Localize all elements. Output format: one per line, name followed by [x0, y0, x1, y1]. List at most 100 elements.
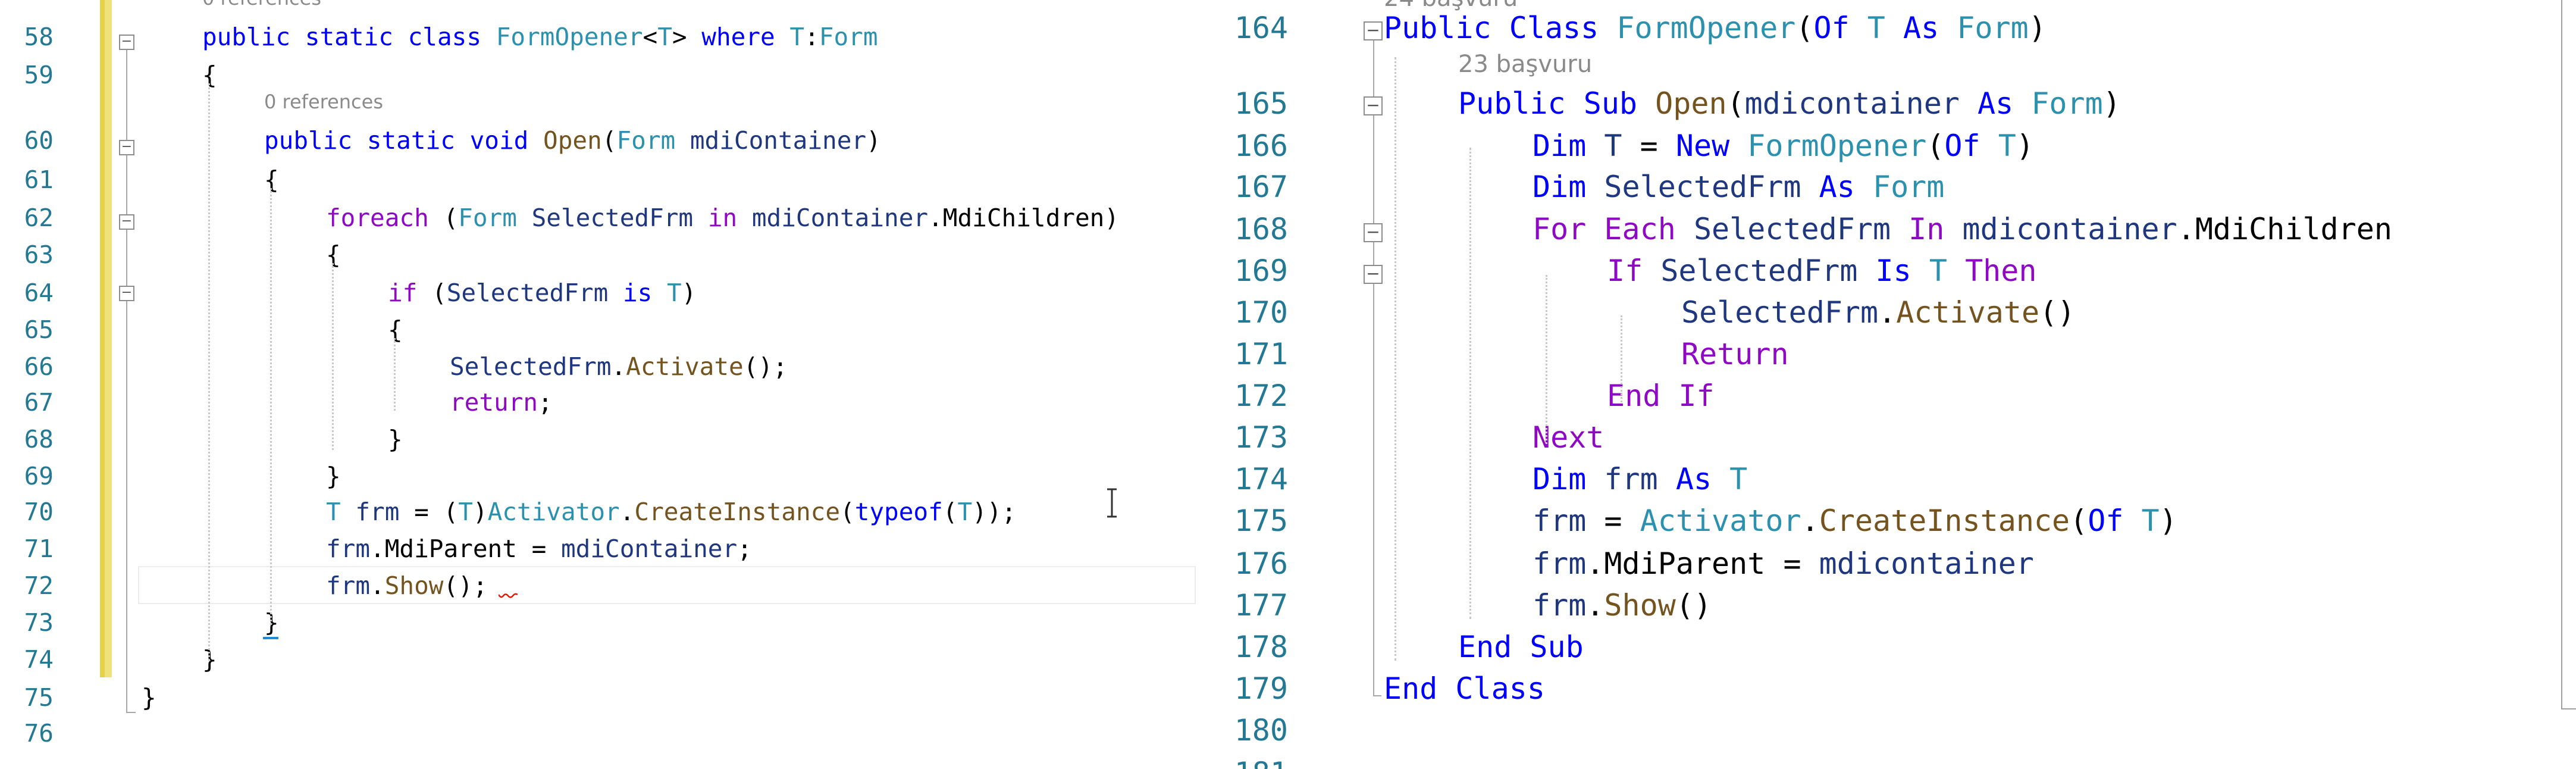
code-token: T: [1998, 129, 2016, 163]
collapse-minus-icon[interactable]: −: [119, 35, 134, 50]
code-line: foreach (Form SelectedFrm in mdiContaine…: [326, 204, 1119, 232]
reference-count-lens[interactable]: 24 başvuru: [1384, 0, 1518, 12]
code-token: .: [611, 352, 626, 381]
collapse-minus-icon[interactable]: −: [1364, 265, 1383, 284]
code-token: Public: [1458, 86, 1584, 121]
code-token: SelectedFrm: [1681, 295, 1879, 330]
code-token: As: [1675, 462, 1730, 496]
line-number: 166: [1234, 129, 1288, 163]
code-token: =: [1640, 129, 1676, 163]
code-token: }: [326, 462, 341, 490]
code-token: Then: [1965, 254, 2037, 288]
line-number: 68: [24, 425, 54, 454]
code-line: Return: [1681, 337, 1789, 371]
brace-match-underline: [263, 637, 278, 639]
code-token: frm: [1604, 462, 1676, 496]
vbnet-editor-pane[interactable]: 164 Public Class FormOpener(Of T As Form)…: [1196, 0, 2576, 769]
code-line: Dim SelectedFrm As Form: [1533, 170, 1944, 204]
code-token: End: [1384, 671, 1456, 706]
code-token: MdiChildren: [2195, 212, 2392, 246]
indent-guide: [208, 83, 210, 661]
collapse-minus-icon[interactable]: −: [1364, 223, 1383, 242]
reference-count-lens[interactable]: 0 references: [202, 0, 321, 10]
code-token: where: [701, 23, 790, 51]
line-number: 172: [1234, 379, 1288, 413]
collapse-minus-icon[interactable]: −: [119, 140, 134, 155]
code-line: Dim T = New FormOpener(Of T): [1533, 129, 2034, 163]
fold-region-line: [1373, 37, 1374, 695]
line-number: 168: [1234, 212, 1288, 246]
code-token: T: [1729, 462, 1748, 496]
code-line: frm.MdiParent = mdiContainer;: [326, 534, 752, 563]
code-token: return: [450, 388, 538, 417]
code-line: public static void Open(Form mdiContaine…: [264, 126, 881, 155]
code-token: ): [2028, 11, 2047, 45]
code-line: If SelectedFrm Is T Then: [1607, 254, 2037, 288]
code-token: (: [942, 498, 958, 526]
line-number: 61: [24, 165, 54, 194]
code-token: .: [1586, 588, 1604, 623]
code-token: As: [1903, 11, 1957, 45]
code-token: (: [1926, 129, 1945, 163]
reference-count-lens[interactable]: 23 başvuru: [1458, 51, 1592, 78]
code-token: is: [622, 279, 667, 307]
code-token: Public: [1384, 11, 1509, 45]
line-number: 170: [1234, 295, 1288, 330]
code-token: Form: [1872, 170, 1945, 204]
code-token: frm: [326, 534, 371, 563]
indent-guide: [270, 188, 272, 625]
change-tracking-bar-edge: [100, 0, 105, 677]
fold-end-tick: [126, 712, 136, 713]
code-token: FormOpener: [1747, 129, 1927, 163]
csharp-editor-pane[interactable]: 580 referencespublic static class FormOp…: [0, 0, 1196, 769]
code-token: Return: [1681, 337, 1789, 371]
line-number: 180: [1234, 713, 1288, 748]
code-token: ();: [443, 571, 488, 600]
code-token: Open: [1655, 86, 1727, 121]
collapse-minus-icon[interactable]: −: [1364, 21, 1383, 40]
line-number: 60: [24, 126, 54, 155]
code-token: T: [657, 23, 672, 51]
code-token: Form: [2031, 86, 2103, 121]
line-number: 171: [1234, 337, 1288, 371]
indent-guide: [394, 338, 396, 411]
code-line: T frm = (T)Activator.CreateInstance(type…: [326, 498, 1016, 526]
code-token: If: [1607, 254, 1661, 288]
code-token: mdicontainer: [1819, 546, 2034, 581]
line-number: 76: [24, 719, 54, 748]
code-token: ;: [538, 388, 553, 417]
line-number: 177: [1234, 588, 1288, 623]
code-token: ): [2016, 129, 2034, 163]
code-token: T: [1604, 129, 1640, 163]
code-token: (: [2070, 504, 2088, 538]
code-token: Class: [1509, 11, 1617, 45]
line-number: 62: [24, 204, 54, 232]
code-token: ();: [743, 352, 788, 381]
code-token: .: [1586, 546, 1604, 581]
code-token: public: [264, 126, 367, 155]
collapse-minus-icon[interactable]: −: [119, 214, 134, 230]
code-line: }: [388, 425, 403, 454]
line-number: 165: [1234, 86, 1288, 121]
code-token: Dim: [1533, 462, 1604, 496]
code-token: mdiContainer: [690, 126, 867, 155]
code-token: Show: [384, 571, 444, 600]
code-token: CreateInstance: [1819, 504, 2070, 538]
code-token: =: [531, 534, 561, 563]
code-token: If: [1678, 379, 1715, 413]
indent-guide: [332, 263, 334, 450]
code-token: Form: [616, 126, 690, 155]
collapse-minus-icon[interactable]: −: [119, 286, 134, 301]
code-token: (: [432, 279, 447, 307]
code-token: Form: [458, 204, 532, 232]
code-token: Of: [1813, 11, 1867, 45]
code-token: SelectedFrm: [1604, 170, 1819, 204]
code-token: foreach: [326, 204, 444, 232]
code-line: For Each SelectedFrm In mdicontainer.Mdi…: [1533, 212, 2392, 246]
code-token: Form: [1957, 11, 2029, 45]
line-number: 164: [1234, 11, 1288, 45]
collapse-minus-icon[interactable]: −: [1364, 96, 1383, 115]
code-token: ): [2102, 86, 2121, 121]
code-token: Sub: [1583, 86, 1656, 121]
reference-count-lens[interactable]: 0 references: [264, 90, 383, 113]
